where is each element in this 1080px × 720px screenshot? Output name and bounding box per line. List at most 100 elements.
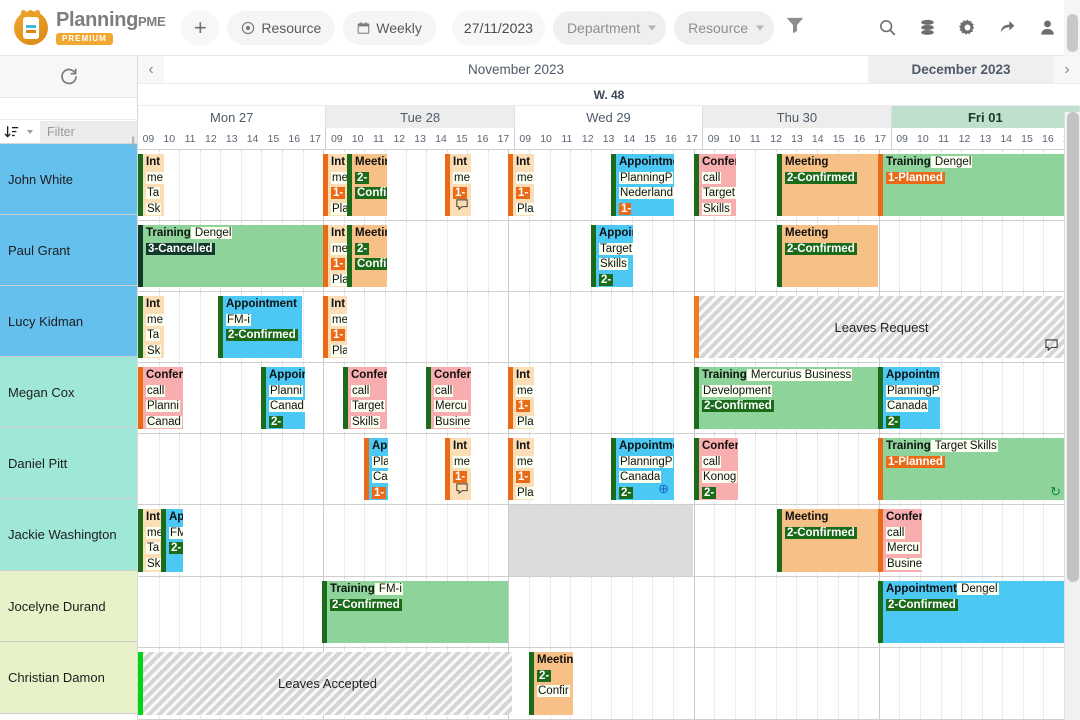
database-button[interactable] bbox=[910, 11, 944, 45]
event-appointment[interactable]: AppointmePlanningPNederland1-Planned bbox=[611, 154, 674, 216]
event-internal-meeting[interactable]: Intme1-Pla bbox=[508, 367, 534, 429]
share-button[interactable] bbox=[990, 11, 1024, 45]
event-conference-call[interactable]: ConfercallTargetSkills bbox=[694, 154, 736, 216]
resource-row[interactable]: Christian Damon bbox=[0, 642, 137, 714]
resource-row[interactable]: Paul Grant bbox=[0, 215, 137, 286]
hour-label: 12 bbox=[200, 128, 221, 149]
event-line: 1- bbox=[331, 328, 346, 344]
schedule-row[interactable]: Training Dengel3-CancelledIntme1-PlaMeet… bbox=[138, 221, 1080, 292]
resource-row[interactable]: Lucy Kidman bbox=[0, 286, 137, 357]
prev-period-button[interactable]: ‹ bbox=[138, 56, 164, 83]
event-meeting[interactable]: Meetin2-Confir bbox=[529, 652, 573, 715]
event-internal-meeting[interactable]: Intme1- bbox=[445, 154, 471, 216]
event-training[interactable]: Training FM-i2-Confirmed bbox=[322, 581, 508, 643]
resource-row[interactable]: Jackie Washington bbox=[0, 499, 137, 571]
event-internal-meeting[interactable]: Intme1-Pla bbox=[508, 154, 534, 216]
search-button[interactable] bbox=[870, 11, 904, 45]
toolbar-scroll-track[interactable] bbox=[1064, 0, 1080, 56]
event-appointment[interactable]: Appointment Dengel2-Confirmed bbox=[878, 581, 1064, 643]
event-meeting[interactable]: Meeting2-Confirmed bbox=[777, 225, 878, 287]
day-header-2[interactable]: Wed 29 bbox=[515, 106, 703, 128]
hour-gridline bbox=[920, 221, 921, 291]
event-internal-meeting[interactable]: IntmeTaSk bbox=[138, 154, 164, 216]
day-header-1[interactable]: Tue 28 bbox=[326, 106, 514, 128]
schedule-row[interactable]: ConfercallPlanniCanad AppoinPlanniCanad2-… bbox=[138, 363, 1080, 434]
event-meeting[interactable]: Meeting2-Confirm bbox=[347, 225, 387, 287]
comment-icon[interactable] bbox=[456, 199, 468, 216]
event-internal-meeting[interactable]: Intme1-Pla bbox=[323, 225, 347, 287]
event-conference-call[interactable]: ConfercallMercuBusine bbox=[878, 509, 922, 572]
event-internal-meeting[interactable]: Intme1-Pla bbox=[508, 438, 534, 500]
period-selector-button[interactable]: Weekly bbox=[343, 11, 436, 45]
hour-gridline bbox=[550, 363, 551, 433]
schedule-row[interactable]: Meetin2-Confir Leaves Accepted bbox=[138, 648, 1080, 720]
add-button[interactable]: + bbox=[181, 11, 219, 45]
comment-icon[interactable] bbox=[1045, 339, 1058, 355]
event-line: 1- bbox=[372, 486, 387, 501]
event-appointment[interactable]: ApPlaCa1- bbox=[364, 438, 388, 500]
day-header-0[interactable]: Mon 27 bbox=[138, 106, 326, 128]
event-conference-call[interactable]: ConfercallTargetSkills bbox=[343, 367, 387, 429]
event-status: 1- bbox=[453, 187, 467, 199]
event-appointment[interactable]: AppoinTargetSkills2- bbox=[591, 225, 633, 287]
event-internal-meeting[interactable]: Intme1-Pla bbox=[323, 154, 347, 216]
event-internal-meeting[interactable]: Intme1-Pla bbox=[323, 296, 347, 358]
next-period-button[interactable]: › bbox=[1054, 56, 1080, 83]
hour-gridline bbox=[652, 648, 653, 719]
day-gridline bbox=[694, 577, 695, 647]
event-appointment[interactable]: AppointmePlanningPCanada2- bbox=[878, 367, 940, 429]
schedule-row[interactable]: IntmeTaSkIntme1-PlaMeeting2-ConfirmIntme… bbox=[138, 150, 1080, 221]
resource-row[interactable]: Megan Cox bbox=[0, 357, 137, 428]
event-conference-call[interactable]: ConfercallMercuBusine bbox=[426, 367, 471, 429]
account-button[interactable] bbox=[1030, 11, 1064, 45]
resource-view-button[interactable]: Resource bbox=[227, 11, 335, 45]
event-line: Confirm bbox=[355, 257, 386, 273]
event-training[interactable]: Training Target Skills1-Planned↻ bbox=[878, 438, 1064, 500]
resource-filter-input[interactable]: Filter bbox=[40, 121, 137, 143]
event-training[interactable]: Training Dengel1-Planned bbox=[878, 154, 1064, 216]
department-dropdown[interactable]: Department bbox=[553, 11, 666, 45]
event-conference-call[interactable]: ConfercallPlanniCanad bbox=[138, 367, 183, 429]
event-title: Appoin bbox=[599, 226, 632, 242]
leave-block[interactable]: Leaves Request bbox=[694, 296, 1064, 358]
event-status: Confirm bbox=[355, 258, 387, 270]
event-appointment[interactable]: AppointmePlanningPCanada2-⊕ bbox=[611, 438, 674, 500]
vertical-scrollbar[interactable]: ▲ bbox=[1064, 112, 1080, 720]
day-header-3[interactable]: Thu 30 bbox=[703, 106, 891, 128]
event-title: Meeting bbox=[785, 510, 877, 526]
sort-dropdown-caret-icon[interactable] bbox=[27, 130, 33, 134]
resource-row[interactable]: Jocelyne Durand bbox=[0, 571, 137, 642]
resource-row[interactable]: John White bbox=[0, 144, 137, 215]
filter-button[interactable] bbox=[784, 14, 806, 41]
add-linked-event-icon[interactable]: ⊕ bbox=[658, 481, 669, 497]
panel-splitter[interactable]: || bbox=[131, 134, 137, 150]
leave-block[interactable]: Leaves Accepted bbox=[138, 652, 512, 715]
event-training[interactable]: Training Mercurius BusinessDevelopment2-… bbox=[694, 367, 878, 429]
vertical-scroll-thumb[interactable] bbox=[1067, 112, 1079, 582]
event-appointment[interactable]: AppoinPlanniCanad2- bbox=[261, 367, 305, 429]
event-appointment[interactable]: ApFM2- bbox=[161, 509, 183, 572]
date-input[interactable]: 27/11/2023 bbox=[452, 11, 545, 45]
event-training[interactable]: Training Dengel3-Cancelled bbox=[138, 225, 323, 287]
schedule-row[interactable]: IntmeTaSkApFM2-Meeting2-ConfirmedConferc… bbox=[138, 505, 1080, 577]
resource-dropdown[interactable]: Resource bbox=[674, 11, 774, 45]
hour-gridline bbox=[755, 150, 756, 220]
refresh-button[interactable] bbox=[0, 56, 137, 98]
event-meeting[interactable]: Meeting2-Confirm bbox=[347, 154, 387, 216]
event-conference-call[interactable]: ConfercallKonog2- bbox=[694, 438, 738, 500]
event-internal-meeting[interactable]: IntmeTaSk bbox=[138, 296, 164, 358]
event-appointment[interactable]: AppointmentFM-i2-Confirmed bbox=[218, 296, 302, 358]
day-header-4[interactable]: Fri 01 bbox=[892, 106, 1080, 128]
resource-header-spacer bbox=[0, 98, 137, 120]
schedule-row[interactable]: IntmeTaSk AppointmentFM-i2-Confirmed Intme… bbox=[138, 292, 1080, 363]
comment-icon[interactable] bbox=[456, 483, 468, 500]
schedule-row[interactable]: ApPlaCa1- Intme1- Intme1-Pla AppointmePlann… bbox=[138, 434, 1080, 505]
event-meeting[interactable]: Meeting2-Confirmed bbox=[777, 509, 878, 572]
event-meeting[interactable]: Meeting2-Confirmed bbox=[777, 154, 878, 216]
sort-ascending-icon[interactable] bbox=[4, 125, 20, 139]
resource-row[interactable]: Daniel Pitt bbox=[0, 428, 137, 499]
event-internal-meeting[interactable]: Intme1- bbox=[445, 438, 471, 500]
settings-button[interactable] bbox=[950, 11, 984, 45]
schedule-row[interactable]: Training FM-i2-Confirmed Appointment Deng… bbox=[138, 577, 1080, 648]
toolbar-scroll-thumb[interactable] bbox=[1067, 14, 1078, 52]
